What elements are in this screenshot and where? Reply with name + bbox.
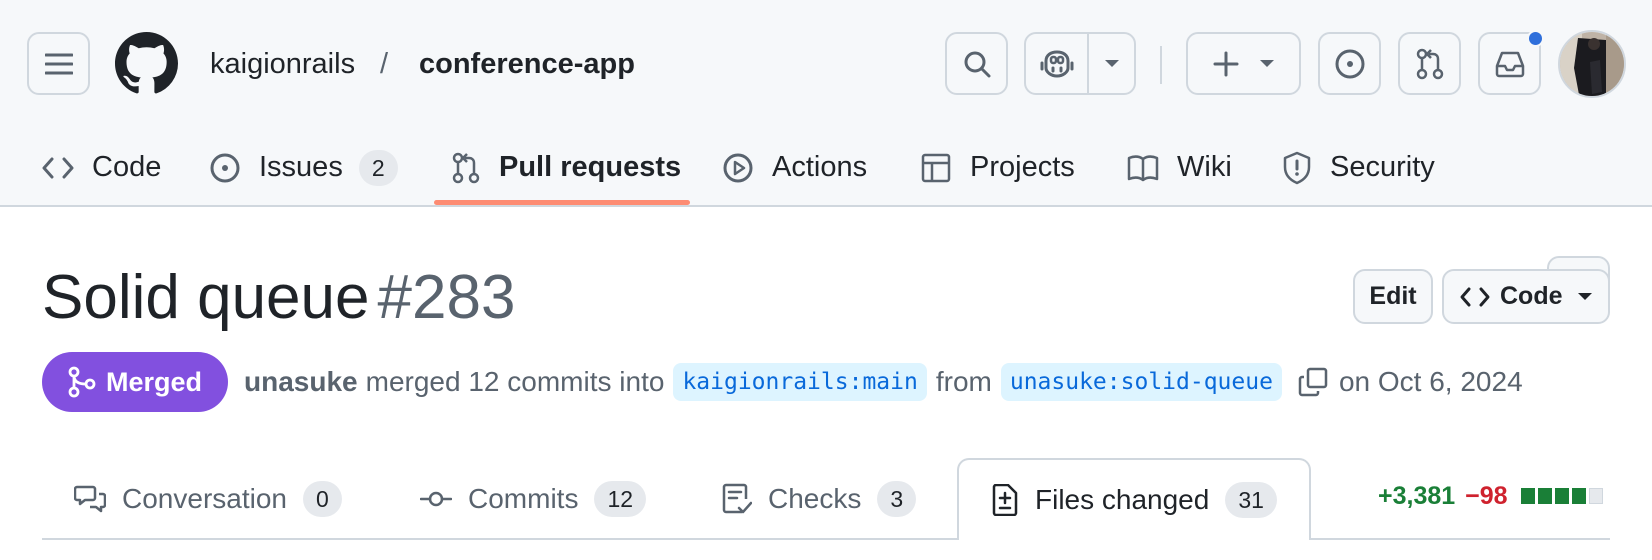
diffstat: +3,381 −98 xyxy=(1378,482,1603,511)
issues-count-badge: 2 xyxy=(358,149,398,186)
breadcrumb-separator: / xyxy=(380,48,389,80)
edit-button[interactable]: Edit xyxy=(1353,269,1433,324)
active-tab-underline xyxy=(434,200,690,205)
git-pull-request-icon xyxy=(1416,48,1443,79)
tab-label: Actions xyxy=(772,151,868,183)
tab-label: Commits xyxy=(468,483,579,514)
commits-count-badge: 12 xyxy=(594,481,647,517)
repo-nav: Code Issues 2 Pull requests Actions Proj… xyxy=(0,128,1652,320)
issue-opened-icon xyxy=(209,152,241,184)
play-icon xyxy=(722,152,754,184)
top-bar: kaigionrails / conference-app xyxy=(0,0,1652,128)
chevron-down-icon xyxy=(1577,292,1592,300)
code-button-label: Code xyxy=(1500,282,1563,310)
table-icon xyxy=(920,152,952,184)
tab-label: Projects xyxy=(970,151,1075,183)
code-dropdown-button[interactable]: Code xyxy=(1442,269,1610,324)
checks-count-badge: 3 xyxy=(877,481,917,517)
search-icon xyxy=(964,51,990,77)
hamburger-icon xyxy=(44,53,73,74)
avatar[interactable] xyxy=(1558,30,1626,98)
tab-checks[interactable]: Checks 3 xyxy=(722,460,917,538)
diffstat-block xyxy=(1537,488,1552,504)
tab-commits[interactable]: Commits 12 xyxy=(420,460,647,538)
git-merge-icon xyxy=(68,366,96,398)
tab-conversation[interactable]: Conversation 0 xyxy=(74,460,342,538)
tab-label: Security xyxy=(1330,151,1435,183)
diffstat-block xyxy=(1520,488,1535,504)
tab-label: Checks xyxy=(768,483,862,514)
git-pull-request-icon xyxy=(451,152,481,184)
deletions-count: −98 xyxy=(1465,482,1508,510)
menu-button[interactable] xyxy=(27,32,90,95)
tabs-divider xyxy=(42,538,1610,540)
create-new-button[interactable] xyxy=(1186,32,1301,95)
tab-projects[interactable]: Projects xyxy=(920,128,1075,207)
comment-discussion-icon xyxy=(74,484,106,514)
conversation-count-badge: 0 xyxy=(302,481,342,517)
notification-indicator xyxy=(1527,30,1544,47)
status-badge: Merged xyxy=(42,352,229,412)
tab-issues[interactable]: Issues 2 xyxy=(209,128,398,207)
code-icon xyxy=(42,156,74,180)
author-link[interactable]: unasuke xyxy=(244,366,358,398)
tab-label: Code xyxy=(92,151,162,183)
tab-label: Files changed xyxy=(1035,484,1210,515)
pr-title-text: Solid queue xyxy=(42,263,370,332)
repo-owner-link[interactable]: kaigionrails xyxy=(210,44,355,84)
diffstat-block xyxy=(1554,488,1569,504)
tab-label: Wiki xyxy=(1177,151,1232,183)
base-branch-link[interactable]: kaigionrails:main xyxy=(673,363,927,401)
shield-icon xyxy=(1282,151,1312,185)
diffstat-block xyxy=(1571,488,1586,504)
diffstat-blocks xyxy=(1518,482,1603,511)
inbox-icon xyxy=(1495,51,1524,77)
issues-button[interactable] xyxy=(1318,32,1381,95)
page-title: Solid queue #283 xyxy=(42,258,515,338)
tab-label: Conversation xyxy=(122,483,287,514)
tab-wiki[interactable]: Wiki xyxy=(1127,128,1232,207)
pr-number: #283 xyxy=(377,263,516,332)
diffstat-block xyxy=(1588,488,1603,504)
tab-security[interactable]: Security xyxy=(1282,128,1435,207)
tab-code[interactable]: Code xyxy=(42,128,161,207)
global-header: kaigionrails / conference-app Code Issue… xyxy=(0,0,1652,320)
checklist-icon xyxy=(722,483,752,515)
tab-actions[interactable]: Actions xyxy=(722,128,867,207)
github-logo-icon[interactable] xyxy=(115,32,178,95)
tab-label: Issues xyxy=(259,151,343,183)
chevron-down-icon xyxy=(1104,59,1119,67)
pull-requests-button[interactable] xyxy=(1398,32,1461,95)
tab-label: Pull requests xyxy=(499,151,682,183)
file-diff-icon xyxy=(991,484,1019,516)
merge-date: on Oct 6, 2024 xyxy=(1338,366,1523,397)
issue-opened-icon xyxy=(1335,49,1364,78)
git-commit-icon xyxy=(420,489,452,509)
book-icon xyxy=(1127,154,1159,182)
plus-icon xyxy=(1213,51,1238,76)
additions-count: +3,381 xyxy=(1378,482,1456,510)
copilot-button[interactable] xyxy=(1024,32,1136,95)
tab-pull-requests[interactable]: Pull requests xyxy=(451,128,681,207)
from-text: from xyxy=(935,366,992,397)
status-label: Merged xyxy=(106,366,203,397)
merged-text: merged 12 commits into xyxy=(365,366,665,397)
copilot-icon xyxy=(1040,49,1073,78)
tab-files-changed[interactable]: Files changed 31 xyxy=(957,458,1311,540)
code-icon xyxy=(1460,287,1490,306)
head-branch-link[interactable]: unasuke:solid-queue xyxy=(1000,363,1282,401)
search-button[interactable] xyxy=(945,32,1008,95)
repo-name-link[interactable]: conference-app xyxy=(419,44,635,84)
pr-meta: Merged unasuke merged 12 commits into ka… xyxy=(42,352,1523,412)
files-count-badge: 31 xyxy=(1225,482,1277,518)
copy-icon[interactable] xyxy=(1297,366,1329,398)
pr-tabs: Conversation 0 Commits 12 Checks 3 Files… xyxy=(42,458,1610,560)
chevron-down-icon xyxy=(1259,59,1274,67)
toolbar-divider xyxy=(1160,46,1162,84)
